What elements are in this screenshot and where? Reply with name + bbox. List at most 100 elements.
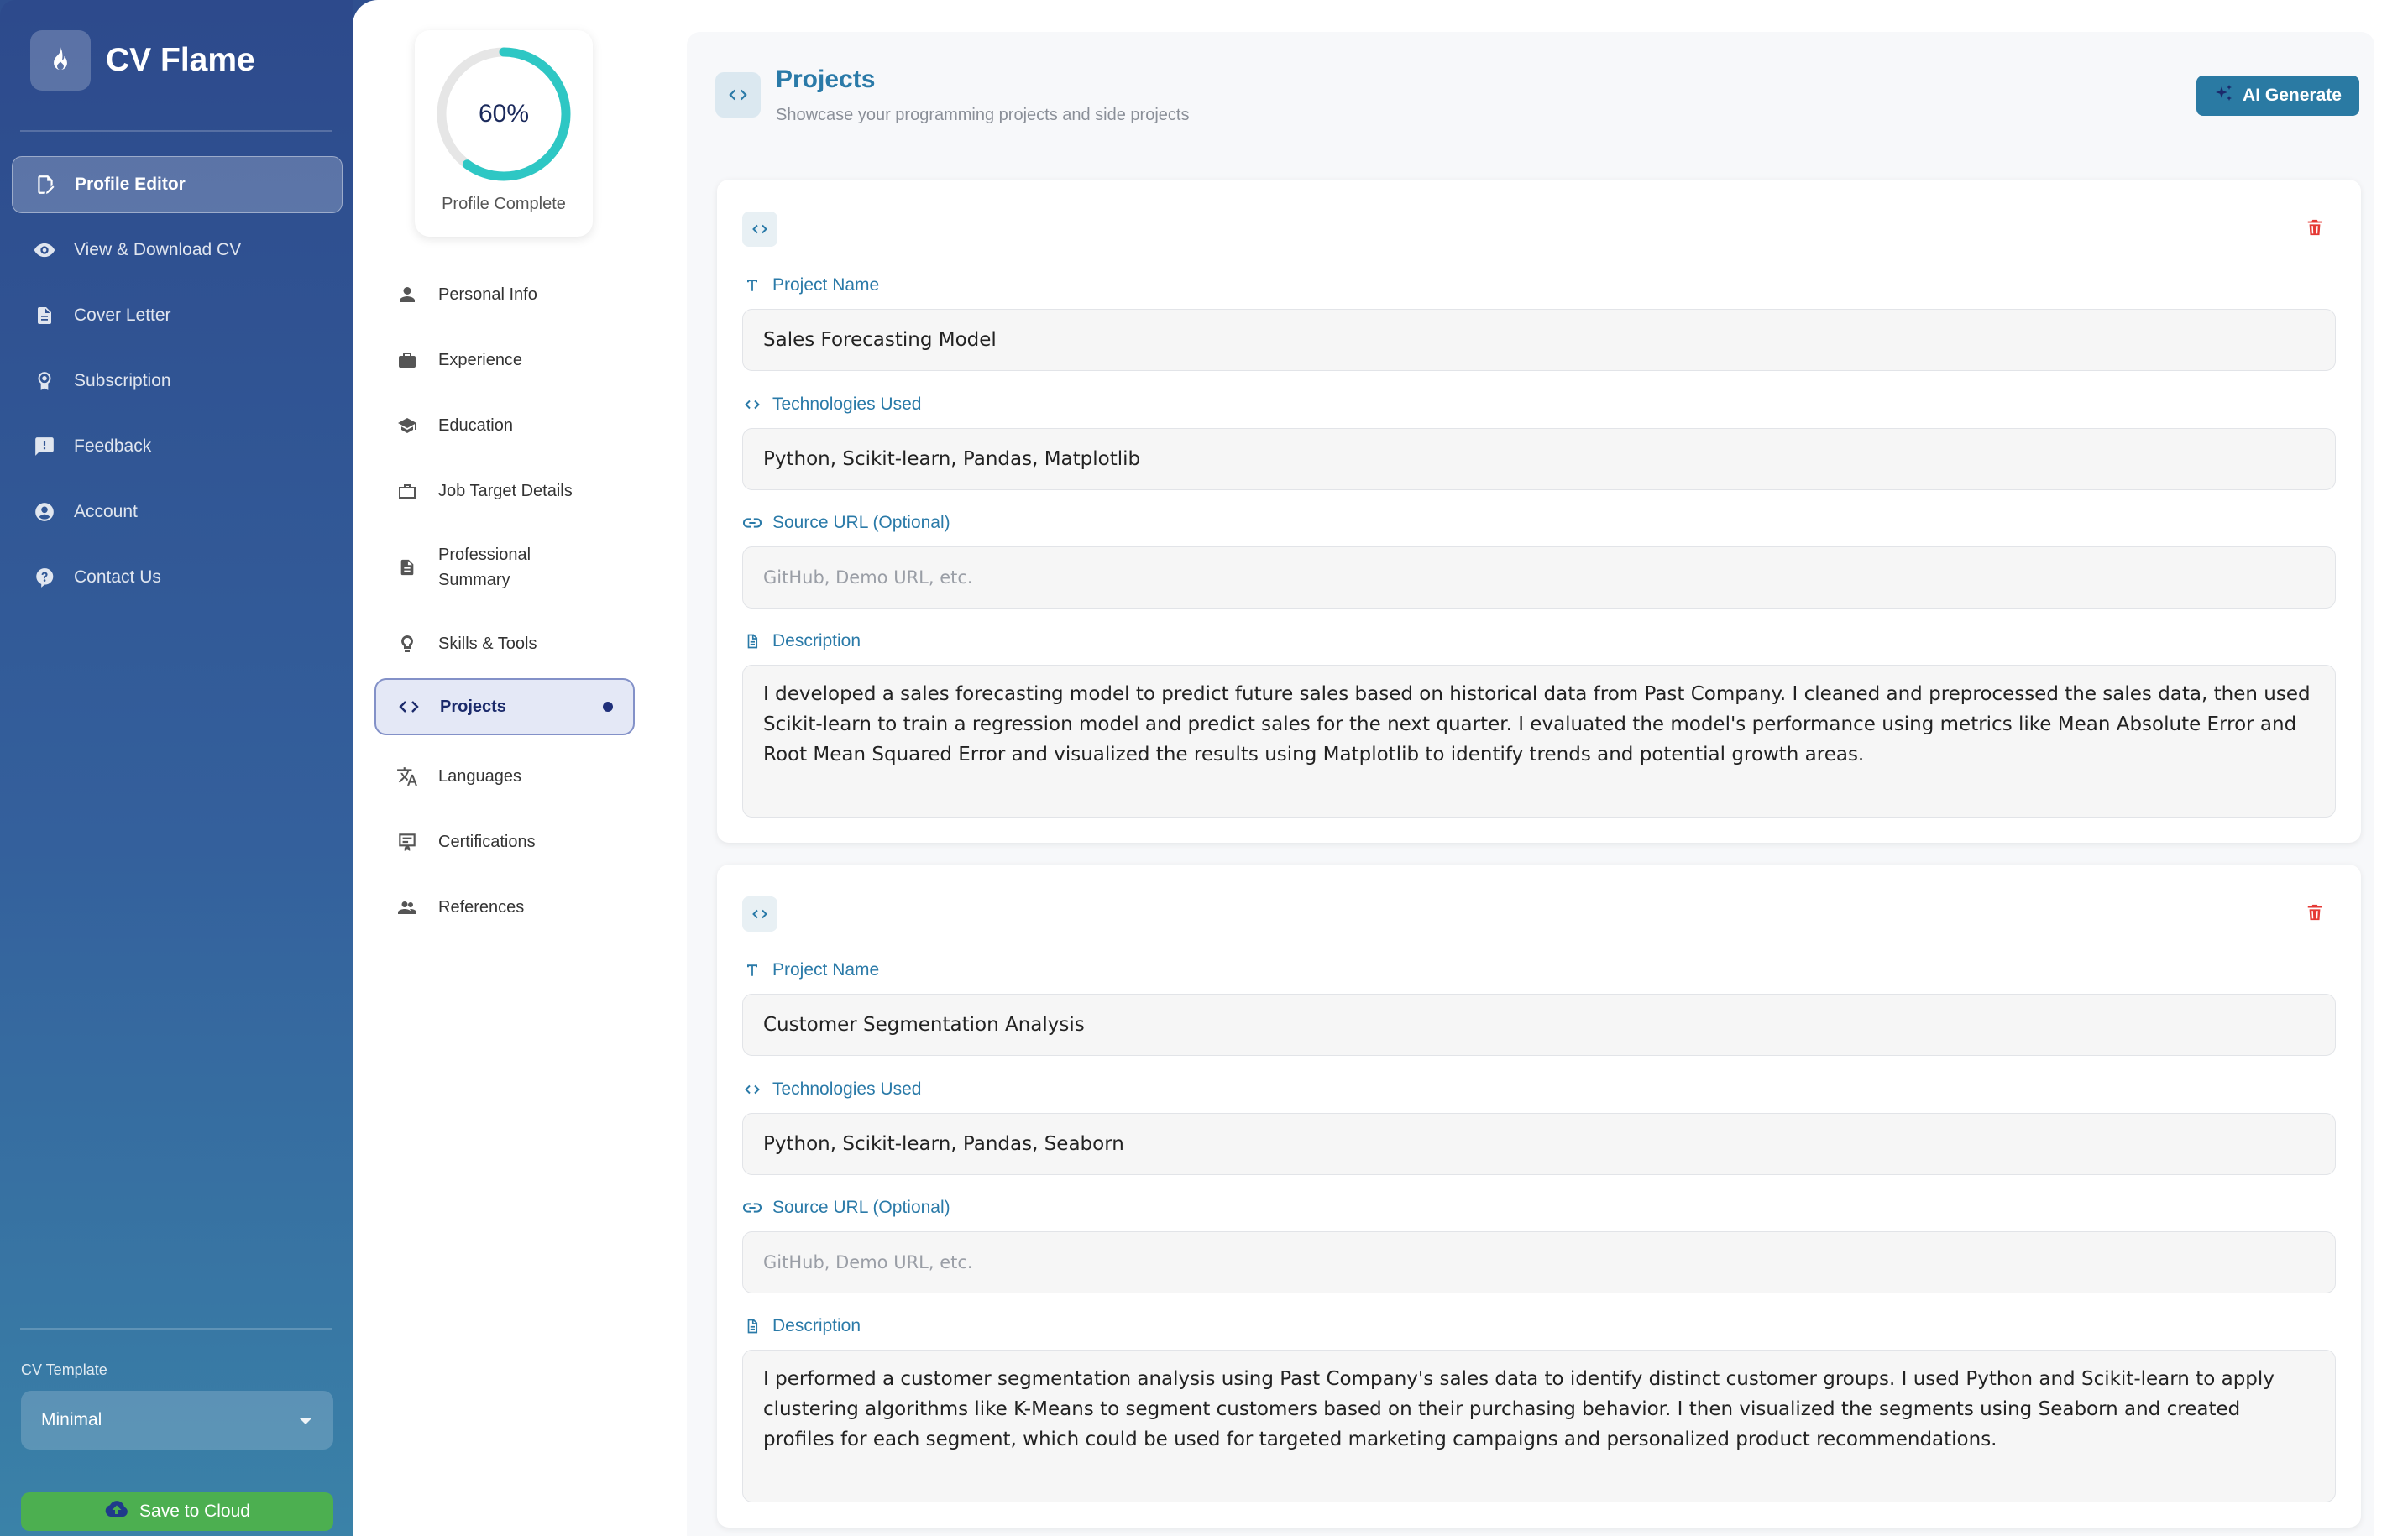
sidebar-item-label: Profile Editor bbox=[75, 175, 186, 194]
sidebar-item-label: View & Download CV bbox=[74, 240, 242, 259]
label-text: Description bbox=[772, 1316, 861, 1335]
sidebar: CV Flame Profile Editor View & Download … bbox=[0, 0, 353, 1536]
code-icon bbox=[742, 394, 762, 415]
description-textarea[interactable]: I developed a sales forecasting model to… bbox=[742, 665, 2336, 818]
sidebar-item-label: Cover Letter bbox=[74, 306, 171, 325]
link-icon bbox=[742, 513, 762, 533]
project-card: Project Name Technologies Used Source UR… bbox=[717, 865, 2361, 1528]
project-name-label: Project Name bbox=[742, 275, 879, 295]
edit-document-icon bbox=[33, 172, 58, 197]
text-icon bbox=[742, 275, 762, 295]
trash-icon bbox=[2306, 901, 2324, 927]
label-text: Technologies Used bbox=[772, 394, 922, 414]
sidebar-divider bbox=[20, 1328, 332, 1330]
section-label: Personal Info bbox=[438, 285, 537, 304]
sidebar-item-cover-letter[interactable]: Cover Letter bbox=[12, 287, 343, 344]
technologies-label: Technologies Used bbox=[742, 1079, 921, 1100]
sparkle-icon bbox=[2214, 83, 2243, 108]
label-text: Description bbox=[772, 631, 861, 650]
save-to-cloud-label: Save to Cloud bbox=[139, 1502, 250, 1521]
section-languages[interactable]: Languages bbox=[374, 744, 635, 809]
delete-project-button[interactable] bbox=[2302, 217, 2327, 242]
sidebar-item-contact-us[interactable]: Contact Us bbox=[12, 549, 343, 606]
source-url-input[interactable] bbox=[742, 1231, 2336, 1293]
section-job-target-details[interactable]: Job Target Details bbox=[374, 458, 635, 524]
page-subtitle: Showcase your programming projects and s… bbox=[776, 106, 1190, 124]
document-icon bbox=[395, 555, 420, 580]
section-label: Projects bbox=[440, 697, 506, 716]
section-label: Education bbox=[438, 415, 513, 435]
flame-icon bbox=[30, 30, 91, 91]
section-label: Experience bbox=[438, 350, 523, 369]
section-label: Professional Summary bbox=[438, 546, 531, 589]
people-icon bbox=[395, 895, 420, 920]
source-url-label: Source URL (Optional) bbox=[742, 513, 950, 533]
section-professional-summary[interactable]: Professional Summary bbox=[374, 524, 635, 611]
code-icon bbox=[715, 72, 761, 118]
section-education[interactable]: Education bbox=[374, 393, 635, 458]
source-url-label: Source URL (Optional) bbox=[742, 1198, 950, 1218]
badge-icon bbox=[32, 368, 57, 394]
sidebar-item-subscription[interactable]: Subscription bbox=[12, 353, 343, 410]
projects-content: Projects Showcase your programming proje… bbox=[687, 32, 2374, 1536]
label-text: Project Name bbox=[772, 960, 880, 980]
profile-progress-card: 60% Profile Complete bbox=[415, 30, 593, 237]
description-label: Description bbox=[742, 1316, 861, 1336]
section-experience[interactable]: Experience bbox=[374, 327, 635, 393]
project-card: Project Name Technologies Used Source UR… bbox=[717, 180, 2361, 843]
eye-icon bbox=[32, 238, 57, 263]
code-icon bbox=[396, 694, 421, 719]
document-icon bbox=[742, 1316, 762, 1336]
project-name-input[interactable] bbox=[742, 994, 2336, 1056]
code-icon bbox=[742, 896, 777, 932]
section-projects[interactable]: Projects bbox=[374, 678, 635, 735]
graduation-cap-icon bbox=[395, 413, 420, 438]
sidebar-item-label: Feedback bbox=[74, 436, 152, 456]
section-nav: Personal Info Experience Education Job T… bbox=[374, 262, 635, 940]
cv-template-value: Minimal bbox=[41, 1410, 102, 1429]
sidebar-item-label: Account bbox=[74, 502, 138, 521]
active-dot bbox=[603, 702, 613, 712]
cv-template-select[interactable]: Minimal bbox=[21, 1391, 333, 1450]
sidebar-item-account[interactable]: Account bbox=[12, 483, 343, 541]
lightbulb-icon bbox=[395, 631, 420, 656]
translate-icon bbox=[395, 764, 420, 789]
section-label: Skills & Tools bbox=[438, 634, 537, 653]
sidebar-item-profile-editor[interactable]: Profile Editor bbox=[12, 156, 343, 213]
sidebar-item-feedback[interactable]: Feedback bbox=[12, 418, 343, 475]
briefcase-icon bbox=[395, 347, 420, 373]
section-label: References bbox=[438, 897, 525, 917]
label-text: Source URL (Optional) bbox=[772, 513, 950, 532]
page-title: Projects bbox=[776, 65, 876, 93]
section-references[interactable]: References bbox=[374, 875, 635, 940]
section-label: Languages bbox=[438, 766, 521, 786]
cv-template-label: CV Template bbox=[21, 1361, 107, 1378]
section-certifications[interactable]: Certifications bbox=[374, 809, 635, 875]
section-skills-tools[interactable]: Skills & Tools bbox=[374, 611, 635, 677]
ai-generate-button[interactable]: AI Generate bbox=[2196, 76, 2359, 116]
link-icon bbox=[742, 1198, 762, 1218]
technologies-input[interactable] bbox=[742, 428, 2336, 490]
help-icon bbox=[32, 565, 57, 590]
delete-project-button[interactable] bbox=[2302, 901, 2327, 927]
label-text: Source URL (Optional) bbox=[772, 1198, 950, 1217]
section-label: Certifications bbox=[438, 832, 536, 851]
ai-generate-label: AI Generate bbox=[2243, 86, 2342, 105]
project-name-input[interactable] bbox=[742, 309, 2336, 371]
trash-icon bbox=[2306, 217, 2324, 243]
save-to-cloud-button[interactable]: Save to Cloud bbox=[21, 1492, 333, 1531]
account-icon bbox=[32, 499, 57, 525]
description-textarea[interactable]: I performed a customer segmentation anal… bbox=[742, 1350, 2336, 1502]
technologies-input[interactable] bbox=[742, 1113, 2336, 1175]
section-personal-info[interactable]: Personal Info bbox=[374, 262, 635, 327]
code-icon bbox=[742, 212, 777, 247]
technologies-label: Technologies Used bbox=[742, 394, 921, 415]
sidebar-nav: Profile Editor View & Download CV Cover … bbox=[12, 156, 343, 614]
work-outline-icon bbox=[395, 478, 420, 504]
sidebar-item-view-download-cv[interactable]: View & Download CV bbox=[12, 222, 343, 279]
certificate-icon bbox=[395, 829, 420, 854]
source-url-input[interactable] bbox=[742, 546, 2336, 609]
sidebar-item-label: Subscription bbox=[74, 371, 171, 390]
progress-label: Profile Complete bbox=[442, 195, 566, 213]
brand[interactable]: CV Flame bbox=[30, 30, 255, 91]
